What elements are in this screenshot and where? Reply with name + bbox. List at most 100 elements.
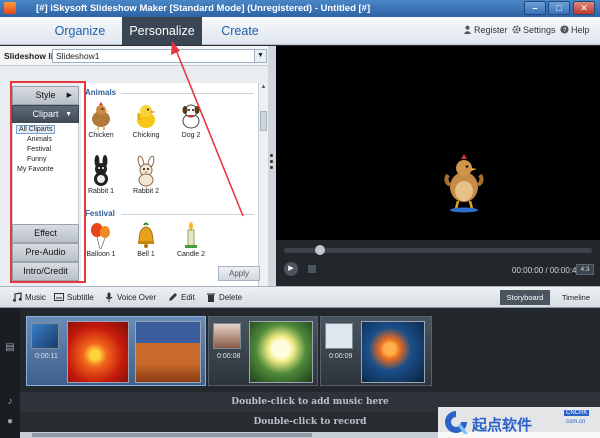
play-button[interactable]: ▶	[284, 262, 298, 276]
storyboard-slide[interactable]: 0:00:11	[26, 316, 206, 386]
main-tab-bar: Organize Personalize Create Register Set…	[0, 17, 600, 45]
app-window: [#] iSkysoft Slideshow Maker [Standard M…	[0, 0, 600, 438]
slideshow-list-value: Slideshow1	[56, 51, 100, 61]
section-animals: Animals	[85, 88, 117, 97]
subtitle-button[interactable]: Subtitle	[54, 292, 94, 302]
slideshow-list-bar: Slideshow list : Slideshow1 ▼	[0, 46, 271, 66]
watermark-tag: CNCRK	[564, 410, 590, 416]
section-divider	[121, 214, 254, 215]
clipart-caption: Rabbit 2	[132, 188, 160, 195]
slide-photo-flower	[67, 321, 129, 383]
music-label: Music	[25, 293, 46, 302]
scroll-thumb[interactable]	[32, 433, 312, 437]
clipart-dog-2[interactable]: Dog 2	[174, 101, 208, 139]
panel-splitter[interactable]	[268, 46, 276, 286]
rabbit-icon	[94, 155, 108, 186]
edit-label: Edit	[181, 293, 195, 302]
watermark-text: 起点软件	[472, 417, 533, 434]
rabbit-icon	[137, 155, 155, 187]
clipart-chicken[interactable]: Chicken	[84, 101, 118, 139]
watermark-url: com.cn	[566, 419, 586, 425]
chicken-icon	[92, 102, 110, 130]
voice-over-button[interactable]: Voice Over	[104, 292, 156, 302]
user-icon	[463, 25, 472, 34]
annotation-highlight-box	[10, 81, 86, 283]
slide-photo-jellyfish	[361, 321, 425, 383]
aspect-ratio-button[interactable]: 4:3	[576, 264, 594, 275]
gear-icon	[512, 25, 521, 34]
lane-icons: ▤ ♪ ●	[0, 308, 20, 438]
music-note-icon: ♪	[7, 396, 13, 407]
storyboard-slide[interactable]: 0:00:09	[320, 316, 432, 386]
chicken-icon	[444, 154, 484, 213]
clipart-rabbit-1[interactable]: Rabbit 1	[84, 155, 118, 195]
microphone-icon	[105, 292, 113, 302]
timeline-view-button[interactable]: Timeline	[554, 290, 598, 305]
grip-icon	[270, 154, 273, 170]
voice-over-label: Voice Over	[117, 293, 157, 302]
edit-button[interactable]: Edit	[168, 292, 195, 302]
watermark-logo-icon	[445, 411, 468, 434]
subtitle-icon	[54, 293, 64, 301]
window-title: [#] iSkysoft Slideshow Maker [Standard M…	[36, 3, 371, 14]
microphone-icon: ●	[6, 416, 14, 427]
clipart-caption: Dog 2	[181, 132, 201, 139]
clipart-balloon-1[interactable]: Balloon 1	[84, 220, 118, 258]
clipart-bell-1[interactable]: Bell 1	[129, 220, 163, 258]
apply-button[interactable]: Apply	[218, 266, 260, 281]
tab-create[interactable]: Create	[204, 17, 276, 45]
music-note-icon	[13, 292, 22, 302]
help-icon: ?	[560, 25, 569, 34]
slide-thumbnail	[31, 323, 59, 349]
storyboard-slide[interactable]: 0:00:08	[208, 316, 318, 386]
close-button[interactable]: ✕	[573, 1, 595, 15]
tab-personalize[interactable]: Personalize	[122, 17, 202, 45]
register-label: Register	[474, 25, 508, 35]
seek-bar[interactable]	[284, 245, 592, 255]
maximize-button[interactable]: □	[548, 1, 570, 15]
clipart-chicking[interactable]: Chicking	[129, 101, 163, 139]
bell-icon	[138, 222, 154, 248]
seek-knob[interactable]	[315, 245, 325, 255]
personalize-panel: Slideshow list : Slideshow1 ▼ Style ▶ Cli…	[0, 46, 271, 310]
settings-label: Settings	[523, 25, 556, 35]
register-link[interactable]: Register	[463, 25, 508, 35]
storyboard-toolbar: Music Subtitle Voice Over Edit Delete St…	[0, 286, 600, 308]
music-button[interactable]: Music	[12, 292, 46, 302]
clipart-caption: Bell 1	[137, 251, 155, 258]
clipart-caption: Balloon 1	[86, 251, 116, 258]
clipart-candle-2[interactable]: Candle 2	[174, 220, 208, 258]
help-label: Help	[571, 25, 590, 35]
film-icon: ▤	[5, 342, 15, 353]
scroll-up-icon[interactable]: ▲	[259, 84, 268, 90]
app-logo-icon	[4, 2, 16, 14]
chevron-down-icon[interactable]: ▼	[254, 50, 266, 62]
delete-label: Delete	[219, 293, 243, 302]
scroll-thumb[interactable]	[260, 111, 267, 131]
clipart-caption: Candle 2	[176, 251, 206, 258]
slide-photo-hydrangea	[249, 321, 313, 383]
storyboard-view-button[interactable]: Storyboard	[500, 290, 550, 305]
subtitle-label: Subtitle	[67, 293, 94, 302]
site-watermark: 起点软件 CNCRK com.cn	[438, 407, 600, 438]
minimize-button[interactable]: –	[524, 1, 546, 15]
player-controls: ▶ 00:00:00 / 00:00:40 4:3	[276, 240, 600, 286]
section-festival: Festival	[85, 209, 115, 218]
dog-icon	[182, 104, 200, 129]
slide-thumbnail	[213, 323, 241, 349]
delete-button[interactable]: Delete	[206, 292, 242, 302]
help-link[interactable]: ? Help	[560, 25, 590, 35]
tab-organize[interactable]: Organize	[40, 17, 120, 45]
balloon-icon	[91, 223, 110, 250]
slideshow-list-select[interactable]: Slideshow1 ▼	[52, 49, 267, 63]
slide-duration: 0:00:11	[35, 353, 58, 360]
slide-photo-canyon	[135, 321, 201, 383]
trash-icon	[207, 293, 215, 302]
settings-link[interactable]: Settings	[512, 25, 556, 35]
slide-thumbnail	[325, 323, 353, 349]
slide-duration: 0:00:08	[217, 353, 241, 360]
clipart-rabbit-2[interactable]: Rabbit 2	[129, 155, 163, 195]
slide-duration: 0:00:09	[329, 353, 353, 360]
pencil-icon	[169, 293, 177, 301]
stop-button[interactable]	[308, 265, 316, 273]
